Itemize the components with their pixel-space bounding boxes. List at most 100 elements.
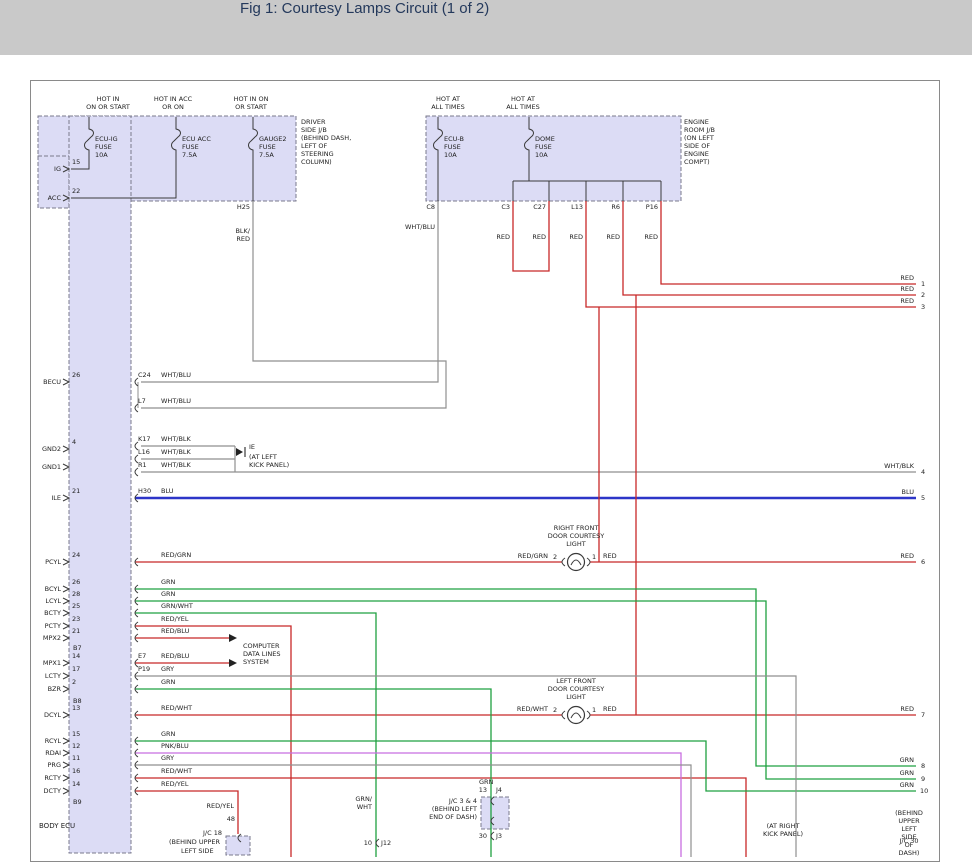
diagram-label: HOT AT ALL TIMES bbox=[431, 95, 464, 111]
diagram-label: (BEHIND UPPER bbox=[169, 838, 220, 846]
diagram-label: (AT LEFT KICK PANEL) bbox=[249, 453, 289, 469]
diagram-label: 13 bbox=[479, 786, 487, 794]
pin-number-becu: 26 bbox=[72, 371, 80, 379]
diagram-label: J12 bbox=[381, 839, 391, 847]
wire-color-label: WHT/BLK bbox=[161, 448, 191, 456]
diagram-label: LEFT FRONT DOOR COURTESY LIGHT bbox=[548, 677, 604, 701]
diagram-label: 1 bbox=[592, 706, 596, 714]
wire-color-label: GRN/WHT bbox=[161, 602, 193, 610]
diagram-label: WHT/BLU bbox=[405, 223, 435, 231]
diagram-label: GRN/ WHT bbox=[355, 795, 372, 811]
wire-color-label: GRN bbox=[161, 730, 175, 738]
pin-number-dcyl: 13 bbox=[72, 704, 80, 712]
pin-name-lcyl: LCYL bbox=[45, 597, 61, 605]
wire-connector-id: K17 bbox=[138, 435, 151, 443]
diagram-label: 4 bbox=[921, 468, 925, 476]
diagram-label: RED bbox=[496, 233, 510, 241]
diagram-label: RED/YEL bbox=[206, 802, 234, 810]
diagram-label: 1 bbox=[921, 280, 925, 288]
diagram-label: RIGHT FRONT DOOR COURTESY LIGHT bbox=[548, 524, 604, 548]
diagram-label: 8 bbox=[921, 762, 925, 770]
diagram-label: GRN bbox=[900, 781, 914, 789]
pin-name-becu: BECU bbox=[43, 378, 61, 386]
pin-name-mpx2: MPX2 bbox=[43, 634, 61, 642]
diagram-label: B7 bbox=[73, 644, 82, 652]
pin-name-pcyl: PCYL bbox=[45, 558, 61, 566]
diagram-label: GRN bbox=[479, 778, 493, 786]
pin-name-lcty: LCTY bbox=[45, 672, 61, 680]
pin-name-mpx1: MPX1 bbox=[43, 659, 61, 667]
pin-number-pcyl: 24 bbox=[72, 551, 80, 559]
diagram-label: LEFT SIDE bbox=[181, 847, 214, 855]
pin-number-mpx2: 21 bbox=[72, 627, 80, 635]
wire-connector-id: E7 bbox=[138, 652, 146, 660]
pin-number-rcty: 16 bbox=[72, 767, 80, 775]
pin-number-bzr: 2 bbox=[72, 678, 76, 686]
diagram-label: RED bbox=[606, 233, 620, 241]
wire-connector-id: C24 bbox=[138, 371, 151, 379]
diagram-label: B9 bbox=[73, 798, 82, 806]
wire-color-label: RED/BLU bbox=[161, 627, 189, 635]
pin-name-ig: IG bbox=[54, 165, 61, 173]
wire-color-label: BLU bbox=[161, 487, 174, 495]
pin-name-rcty: RCTY bbox=[44, 774, 61, 782]
wire-color-label: GRY bbox=[161, 754, 174, 762]
diagram-label: RED bbox=[603, 705, 617, 713]
diagram-label: (AT RIGHT KICK PANEL) bbox=[763, 822, 803, 838]
wire-color-label: RED/WHT bbox=[161, 704, 192, 712]
diagram-label: RED bbox=[603, 552, 617, 560]
diagram-label: 6 bbox=[921, 558, 925, 566]
diagram-label: RED bbox=[900, 552, 914, 560]
diagram-label: 2 bbox=[921, 291, 925, 299]
pin-number-dcty: 14 bbox=[72, 780, 80, 788]
pin-name-bcyl: BCYL bbox=[45, 585, 61, 593]
wire-color-label: WHT/BLU bbox=[161, 397, 191, 405]
wire-color-label: RED/YEL bbox=[161, 615, 189, 623]
diagram-label: HOT AT ALL TIMES bbox=[506, 95, 539, 111]
diagram-label: RED bbox=[900, 297, 914, 305]
diagram-label: WHT/BLK bbox=[884, 462, 914, 470]
diagram-label: J/C 3 & 4 (BEHIND LEFT END OF DASH) bbox=[429, 797, 477, 821]
diagram-label: ENGINE ROOM J/B (ON LEFT SIDE OF ENGINE … bbox=[684, 118, 715, 166]
pin-number-ig: 15 bbox=[72, 158, 80, 166]
diagram-label: DOME FUSE 10A bbox=[535, 135, 555, 159]
pin-name-prg: PRG bbox=[48, 761, 61, 769]
pin-number-acc: 22 bbox=[72, 187, 80, 195]
pin-number-lcyl: 28 bbox=[72, 590, 80, 598]
wire-connector-id: R1 bbox=[138, 461, 147, 469]
wire-connector-id: P19 bbox=[138, 665, 150, 673]
diagram-label: RED/WHT bbox=[517, 705, 548, 713]
wire-color-label: WHT/BLK bbox=[161, 461, 191, 469]
pin-number-rcyl: 15 bbox=[72, 730, 80, 738]
wire-color-label: PNK/BLU bbox=[161, 742, 189, 750]
pin-number-prg: 11 bbox=[72, 754, 80, 762]
wire-color-label: GRN bbox=[161, 678, 175, 686]
pin-number-mpx1: 14 bbox=[72, 652, 80, 660]
diagram-label: HOT IN ON OR START bbox=[86, 95, 130, 111]
wire-connector-id: L7 bbox=[138, 397, 146, 405]
diagram-label: H25 bbox=[237, 203, 250, 211]
diagram-label: RED/GRN bbox=[518, 552, 548, 560]
diagram-label: DRIVER SIDE J/B (BEHIND DASH, LEFT OF ST… bbox=[301, 118, 351, 166]
diagram-label: C3 bbox=[501, 203, 510, 211]
diagram-label: L13 bbox=[571, 203, 583, 211]
pin-number-lcty: 17 bbox=[72, 665, 80, 673]
diagram-label: C27 bbox=[533, 203, 546, 211]
diagram-label: 10 bbox=[364, 839, 372, 847]
diagram-label: ECU-B FUSE 10A bbox=[444, 135, 464, 159]
diagram-label: COMPUTER DATA LINES SYSTEM bbox=[243, 642, 280, 666]
wire-color-label: RED/WHT bbox=[161, 767, 192, 775]
figure-title-bar: Fig 1: Courtesy Lamps Circuit (1 of 2) bbox=[0, 0, 972, 55]
diagram-label: GAUGE2 FUSE 7.5A bbox=[259, 135, 287, 159]
diagram-labels: HOT IN ON OR STARTHOT IN ACC OR ONHOT IN… bbox=[31, 81, 939, 861]
pin-number-rdai: 12 bbox=[72, 742, 80, 750]
wire-color-label: RED/YEL bbox=[161, 780, 189, 788]
wire-connector-id: L16 bbox=[138, 448, 150, 456]
diagram-label: BODY ECU bbox=[39, 822, 75, 830]
pin-name-rdai: RDAI bbox=[45, 749, 61, 757]
diagram-label: IE bbox=[249, 443, 255, 451]
pin-name-gnd1: GND1 bbox=[42, 463, 61, 471]
pin-name-bcty: BCTY bbox=[44, 609, 61, 617]
pin-name-dcty: DCTY bbox=[44, 787, 62, 795]
wire-color-label: GRY bbox=[161, 665, 174, 673]
